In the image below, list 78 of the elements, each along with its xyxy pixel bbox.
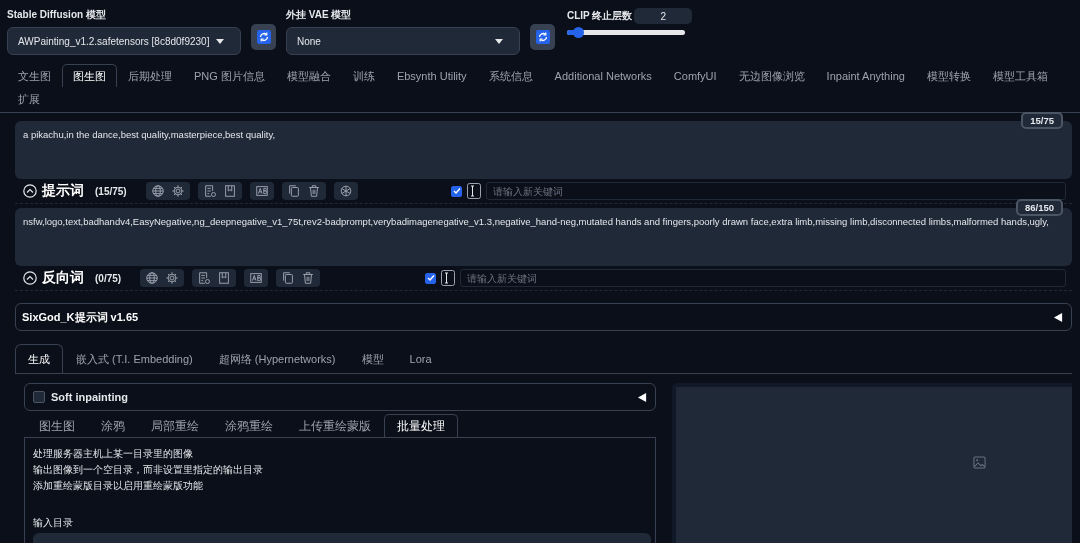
main-tab[interactable]: 模型融合 [275,64,342,87]
main-tab[interactable]: 文生图 [7,64,62,87]
token-counter: 86/150 [1015,199,1063,216]
copy-icon[interactable] [286,184,301,198]
caret-icon [216,38,224,44]
main-tab[interactable]: Ebsynth Utility [385,64,478,87]
clip-number-field[interactable]: 2 [634,8,693,24]
refresh-icon [256,30,271,44]
gear-icon[interactable] [165,271,180,285]
mode-tab[interactable]: 图生图 [26,414,88,437]
bookmark-icon[interactable] [217,271,232,285]
model-dropdown[interactable]: None [286,27,520,55]
mode-tab[interactable]: 批量处理 [384,414,458,437]
section-tab[interactable]: 嵌入式 (T.I. Embedding) [63,344,206,373]
section-tab[interactable]: 生成 [15,344,63,373]
trash-icon[interactable] [301,271,316,285]
mode-tab[interactable]: 局部重绘 [138,414,212,437]
bookmark-icon[interactable] [222,184,237,198]
main-tab[interactable]: 训练 [341,64,386,87]
refresh-button[interactable] [251,24,276,50]
clip-slider[interactable] [567,30,685,35]
main-tab[interactable]: PNG 图片信息 [183,64,276,87]
main-tab[interactable]: ComfyUI [662,64,728,87]
ab-icon[interactable] [254,184,269,198]
document-icon[interactable] [202,184,217,198]
expand-triangle-icon[interactable] [638,392,647,402]
main-tab[interactable]: 图生图 [62,64,117,87]
keyword-input[interactable]: 请输入新关键词 [486,182,1066,200]
document-icon[interactable] [197,271,212,285]
prompt-title: 反向词 [42,269,84,287]
main-tab[interactable]: 无边图像浏览 [727,64,816,87]
model-dropdown[interactable]: AWPainting_v1.2.safetensors [8c8d0f9230] [7,27,241,55]
text-cursor-icon[interactable] [441,270,455,286]
section-tab[interactable]: 超网络 (Hypernetworks) [205,344,349,373]
batch-description: 输出图像到一个空目录，而非设置里指定的输出目录 [33,463,264,477]
checkbox[interactable] [425,272,436,284]
dropdown-label: 外挂 VAE 模型 [286,8,353,22]
batch-description: 处理服务器主机上某一目录里的图像 [33,447,194,461]
main-tab[interactable]: Inpaint Anything [815,64,916,87]
prompt-count: (0/75) [95,272,122,284]
globe-icon[interactable] [145,271,160,285]
main-tab[interactable]: 后期处理 [117,64,183,87]
input-directory-label: 输入目录 [33,516,74,530]
gear-icon[interactable] [170,184,185,198]
clip-label: CLIP 终止层数 [567,9,633,23]
prompt-count: (15/75) [95,185,127,197]
batch-description: 添加重绘蒙版目录以启用重绘蒙版功能 [33,479,204,493]
copy-icon[interactable] [281,271,296,285]
refresh-button[interactable] [530,24,555,50]
keyword-input[interactable]: 请输入新关键词 [460,269,1066,287]
section-tab[interactable]: 模型 [348,344,397,373]
ab-icon[interactable] [249,271,264,285]
main-tab[interactable]: 模型工具箱 [981,64,1059,87]
expand-triangle-icon[interactable] [1054,312,1063,322]
globe-icon[interactable] [150,184,165,198]
main-tab[interactable]: 模型转换 [915,64,982,87]
main-tab[interactable]: 扩展 [7,87,51,110]
text-cursor-icon[interactable] [467,183,481,199]
prompt-title: 提示词 [42,182,84,200]
knot-icon[interactable] [338,184,353,198]
token-counter: 15/75 [1021,112,1063,129]
checkbox[interactable] [33,391,45,403]
collapse-icon[interactable] [23,184,37,198]
refresh-icon [535,30,550,44]
mode-tab[interactable]: 上传重绘蒙版 [286,414,384,437]
main-tab[interactable]: Additional Networks [543,64,663,87]
caret-icon [495,38,503,44]
soft-inpainting-label: Soft inpainting [51,391,128,403]
mode-tab[interactable]: 涂鸦重绘 [212,414,286,437]
collapse-icon[interactable] [23,271,37,285]
extension-accordion[interactable]: SixGod_K提示词 v1.65 [15,303,1072,331]
main-tab[interactable]: 系统信息 [477,64,544,87]
mode-tab[interactable]: 涂鸦 [88,414,138,437]
dropdown-label: Stable Diffusion 模型 [7,8,107,22]
trash-icon[interactable] [306,184,321,198]
checkbox[interactable] [451,185,462,197]
section-tab[interactable]: Lora [396,344,445,373]
image-icon [972,455,986,469]
